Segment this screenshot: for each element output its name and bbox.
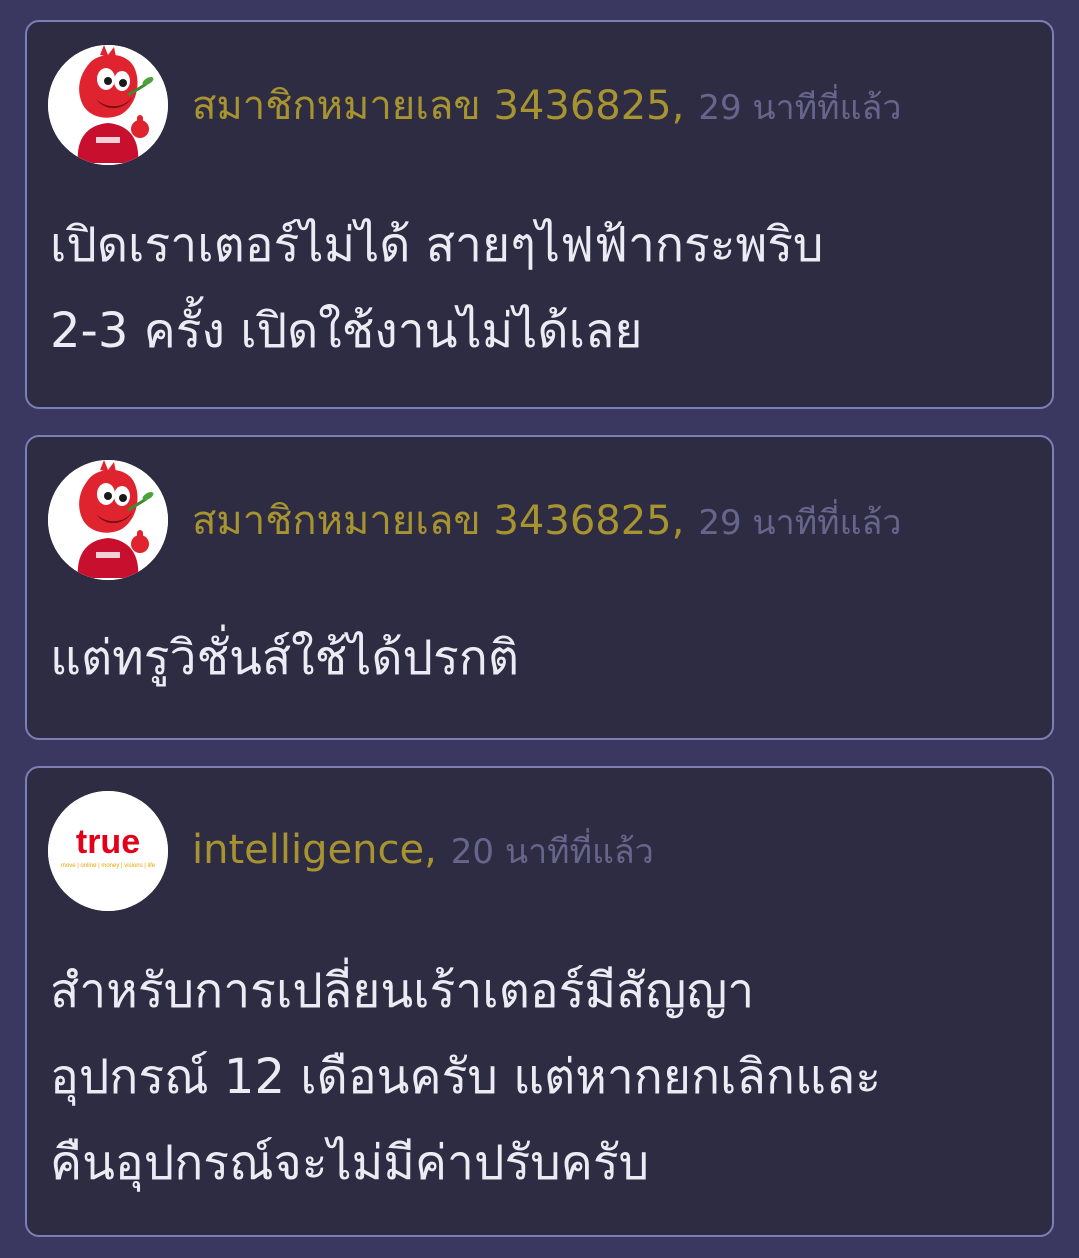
true-logo-icon: true move | online | money | visions | l… (48, 791, 168, 911)
comment-body: แต่ทรูวิชั่นส์ใช้ได้ปรกติ (50, 615, 1032, 701)
comment-line: แต่ทรูวิชั่นส์ใช้ได้ปรกติ (50, 630, 519, 686)
timestamp: 29 นาทีที่แล้ว (698, 503, 902, 543)
comment-header: true move | online | money | visions | l… (48, 791, 654, 911)
timestamp: 29 นาทีที่แล้ว (698, 88, 902, 128)
comment-body: เปิดเราเตอร์ไม่ได้ สายๆไฟฟ้ากระพริบ 2-3 … (50, 202, 1032, 374)
comment-line: 2-3 ครั้ง เปิดใช้งานไม่ได้เลย (50, 303, 643, 359)
avatar[interactable] (48, 460, 168, 580)
comment-card: สมาชิกหมายเลข 3436825, 29 นาทีที่แล้ว แต… (25, 435, 1054, 740)
comment-card: สมาชิกหมายเลข 3436825, 29 นาทีที่แล้ว เป… (25, 20, 1054, 409)
comment-card: true move | online | money | visions | l… (25, 766, 1054, 1237)
comment-body: สำหรับการเปลี่ยนเร้าเตอร์มีสัญญา อุปกรณ์… (50, 948, 1032, 1206)
true-logo-text: true (76, 823, 140, 861)
avatar[interactable] (48, 45, 168, 165)
comment-line: อุปกรณ์ 12 เดือนครับ แต่หากยกเลิกและ (50, 1049, 882, 1105)
author-name[interactable]: สมาชิกหมายเลข 3436825 (192, 73, 672, 137)
avatar[interactable]: true move | online | money | visions | l… (48, 791, 168, 911)
comment-line: เปิดเราเตอร์ไม่ได้ สายๆไฟฟ้ากระพริบ (50, 217, 824, 273)
author-line: intelligence, 20 นาทีที่แล้ว (192, 824, 654, 878)
author-name[interactable]: สมาชิกหมายเลข 3436825 (192, 488, 672, 552)
comment-header: สมาชิกหมายเลข 3436825, 29 นาทีที่แล้ว (48, 45, 901, 165)
comment-header: สมาชิกหมายเลข 3436825, 29 นาทีที่แล้ว (48, 460, 901, 580)
liverpool-mascot-icon (48, 45, 168, 165)
author-line: สมาชิกหมายเลข 3436825, 29 นาทีที่แล้ว (192, 488, 901, 552)
author-name[interactable]: intelligence (192, 827, 424, 873)
timestamp: 20 นาทีที่แล้ว (450, 832, 654, 872)
true-logo-tagline: move | online | money | visions | life (61, 863, 156, 869)
author-line: สมาชิกหมายเลข 3436825, 29 นาทีที่แล้ว (192, 73, 901, 137)
comment-line: คืนอุปกรณ์จะไม่มีค่าปรับครับ (50, 1135, 650, 1191)
liverpool-mascot-icon (48, 460, 168, 580)
comment-line: สำหรับการเปลี่ยนเร้าเตอร์มีสัญญา (50, 963, 755, 1019)
